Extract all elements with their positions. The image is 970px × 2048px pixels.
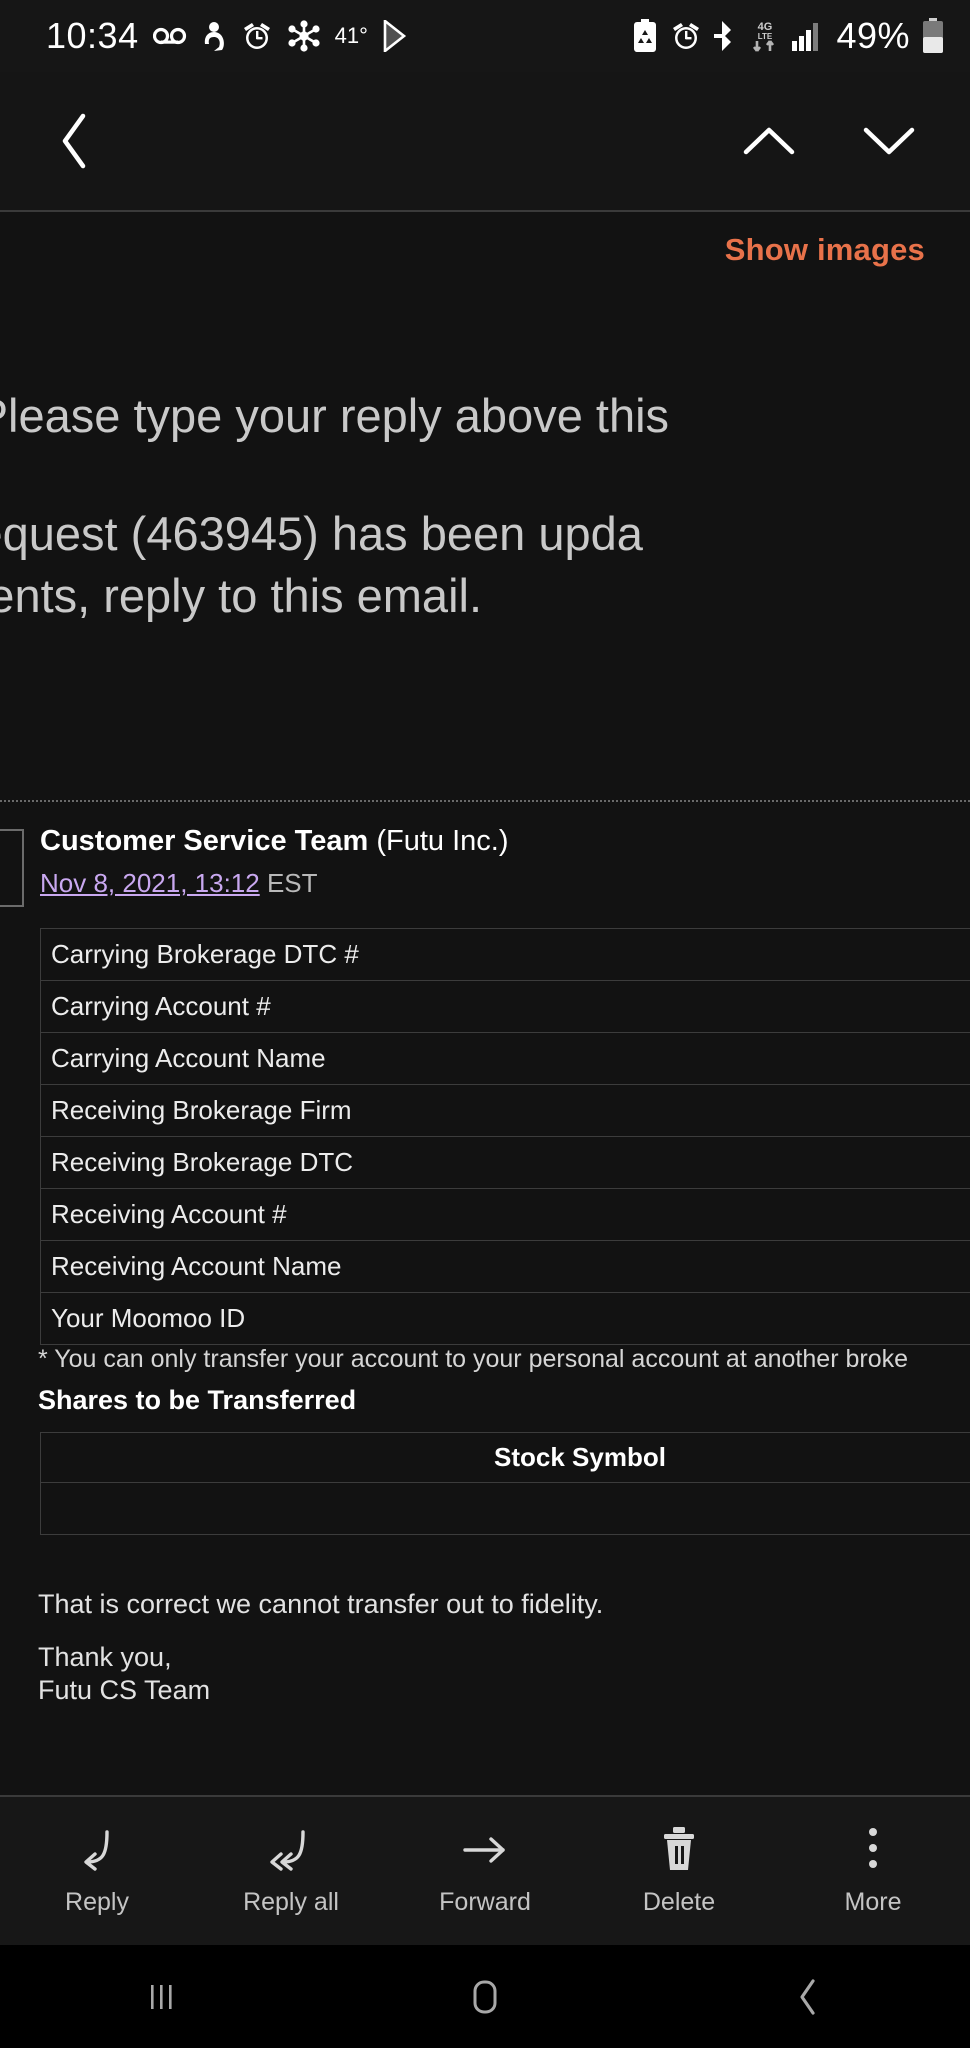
alarm-icon bbox=[241, 20, 273, 52]
battery-icon bbox=[922, 18, 944, 54]
previous-message-button[interactable] bbox=[734, 106, 804, 176]
forward-button[interactable]: Forward bbox=[388, 1826, 582, 1917]
more-label: More bbox=[844, 1887, 902, 1916]
row-label: Carrying Brokerage DTC # bbox=[40, 928, 970, 981]
forward-icon bbox=[457, 1826, 513, 1872]
signal-bars-icon bbox=[792, 21, 824, 51]
table-row: Carrying Account Name bbox=[40, 1032, 970, 1085]
more-vertical-icon bbox=[864, 1826, 882, 1872]
lte-data-icon: 4G LTE bbox=[750, 18, 780, 54]
reply-label: Reply bbox=[65, 1887, 129, 1916]
recents-icon bbox=[142, 1977, 182, 2017]
stock-symbol-header: Stock Symbol bbox=[40, 1432, 970, 1483]
back-icon bbox=[791, 1975, 825, 2019]
reply-icon bbox=[73, 1826, 121, 1872]
email-action-bar: Reply Reply all Forward Delete More bbox=[0, 1795, 970, 1945]
table-row: Your Moomoo ID bbox=[40, 1292, 970, 1345]
transfer-info-table-wrap: Carrying Brokerage DTC # Carrying Accoun… bbox=[40, 928, 970, 1345]
row-label: Receiving Brokerage DTC bbox=[40, 1136, 970, 1189]
body-paragraph-1: That is correct we cannot transfer out t… bbox=[38, 1589, 604, 1619]
chevron-up-icon bbox=[741, 124, 797, 158]
sender-block: Customer Service Team (Futu Inc.) Nov 8,… bbox=[0, 815, 970, 910]
transfer-footnote: * You can only transfer your account to … bbox=[38, 1345, 908, 1373]
status-bar-right: 4G LTE 49% bbox=[632, 15, 944, 57]
bluetooth-icon bbox=[714, 19, 738, 53]
sender-org: (Futu Inc.) bbox=[376, 825, 509, 857]
row-label: Receiving Account Name bbox=[40, 1240, 970, 1293]
body-signature: Futu CS Team bbox=[38, 1674, 211, 1705]
more-button[interactable]: More bbox=[776, 1826, 970, 1917]
message-timezone: EST bbox=[266, 868, 318, 898]
show-images-button[interactable]: Show images bbox=[725, 232, 925, 268]
show-images-row: Show images bbox=[0, 214, 970, 286]
message-date[interactable]: Nov 8, 2021, 13:12 bbox=[40, 868, 260, 898]
battery-saver-icon bbox=[632, 19, 658, 53]
reply-all-button[interactable]: Reply all bbox=[194, 1826, 388, 1917]
svg-text:LTE: LTE bbox=[758, 32, 773, 41]
clock: 10:34 bbox=[46, 15, 139, 56]
do-not-disturb-icon bbox=[201, 20, 227, 52]
delete-label: Delete bbox=[642, 1887, 716, 1916]
back-button[interactable] bbox=[40, 106, 110, 176]
status-bar-left: 10:34 41° bbox=[46, 15, 408, 57]
reply-all-label: Reply all bbox=[243, 1887, 339, 1916]
back-button[interactable] bbox=[647, 1975, 970, 2019]
voicemail-icon bbox=[152, 25, 187, 47]
sender-name: Customer Service Team bbox=[40, 825, 369, 857]
table-row bbox=[40, 1482, 970, 1535]
stock-table: Stock Symbol bbox=[40, 1432, 970, 1535]
banner-line-3: mments, reply to this email. bbox=[0, 569, 483, 622]
table-row: Receiving Brokerage DTC bbox=[40, 1136, 970, 1189]
row-label: Carrying Account Name bbox=[40, 1032, 970, 1085]
battery-percent: 49% bbox=[836, 15, 910, 56]
home-button[interactable] bbox=[323, 1976, 646, 2018]
table-header-row: Stock Symbol bbox=[40, 1432, 970, 1483]
home-icon bbox=[465, 1976, 505, 2018]
delete-button[interactable]: Delete bbox=[582, 1826, 776, 1917]
android-navigation-bar bbox=[0, 1945, 970, 2048]
banner-line-2: ur request (463945) has been upda bbox=[0, 507, 643, 560]
message-pager bbox=[734, 106, 924, 176]
email-banner: - Please type your reply above this ur r… bbox=[0, 300, 970, 750]
row-label: Receiving Account # bbox=[40, 1188, 970, 1241]
reply-button[interactable]: Reply bbox=[0, 1826, 194, 1917]
body-signoff: Thank you, bbox=[38, 1642, 172, 1673]
phone-screen: 10:34 41° 4G LTE 49% Show images - Pleas… bbox=[0, 0, 970, 2048]
stock-table-wrap: Stock Symbol bbox=[40, 1432, 970, 1535]
status-bar: 10:34 41° 4G LTE 49% bbox=[0, 0, 970, 72]
trash-icon bbox=[658, 1826, 700, 1872]
sender-line: Customer Service Team (Futu Inc.) bbox=[40, 825, 509, 858]
row-label: Carrying Account # bbox=[40, 980, 970, 1033]
table-row: Carrying Account # bbox=[40, 980, 970, 1033]
table-row: Receiving Account # bbox=[40, 1188, 970, 1241]
alarm-icon bbox=[670, 20, 702, 52]
table-row: Carrying Brokerage DTC # bbox=[40, 928, 970, 981]
recents-button[interactable] bbox=[0, 1977, 323, 2017]
transfer-info-table: Carrying Brokerage DTC # Carrying Accoun… bbox=[40, 928, 970, 1345]
stock-symbol-value bbox=[40, 1482, 970, 1535]
temperature: 41° bbox=[334, 23, 368, 48]
email-toolbar bbox=[0, 72, 970, 212]
forward-label: Forward bbox=[439, 1887, 531, 1916]
next-message-button[interactable] bbox=[854, 106, 924, 176]
email-body: That is correct we cannot transfer out t… bbox=[38, 1590, 938, 1708]
banner-line-1: - Please type your reply above this bbox=[0, 389, 670, 442]
table-row: Receiving Brokerage Firm bbox=[40, 1084, 970, 1137]
row-label: Receiving Brokerage Firm bbox=[40, 1084, 970, 1137]
reply-all-icon bbox=[263, 1826, 319, 1872]
row-label: Your Moomoo ID bbox=[40, 1292, 970, 1345]
divider bbox=[0, 800, 970, 802]
table-row: Receiving Account Name bbox=[40, 1240, 970, 1293]
shares-section-title: Shares to be Transferred bbox=[38, 1385, 357, 1415]
back-icon bbox=[53, 111, 97, 171]
chevron-down-icon bbox=[861, 124, 917, 158]
sender-date-line: Nov 8, 2021, 13:12 EST bbox=[40, 868, 318, 899]
play-store-icon bbox=[382, 20, 408, 52]
bluetooth-audio-icon bbox=[287, 20, 321, 52]
blocked-image-placeholder bbox=[0, 829, 24, 907]
